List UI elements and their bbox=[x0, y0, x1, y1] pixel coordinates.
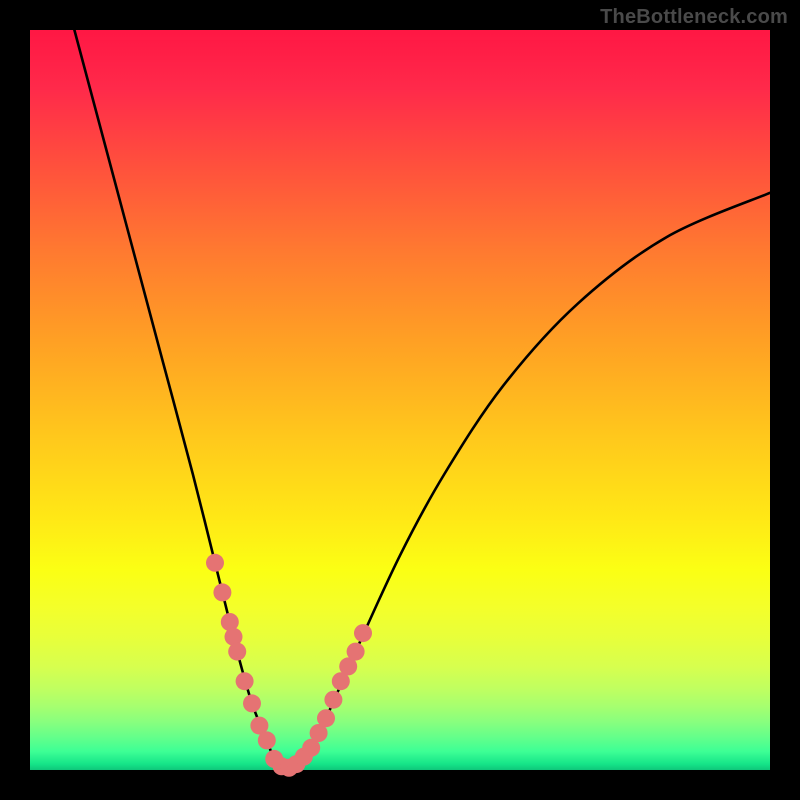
bottleneck-curve-svg bbox=[30, 30, 770, 770]
sample-marker bbox=[228, 643, 246, 661]
sample-marker bbox=[347, 643, 365, 661]
chart-frame: TheBottleneck.com bbox=[0, 0, 800, 800]
sample-marker bbox=[213, 583, 231, 601]
watermark-text: TheBottleneck.com bbox=[600, 6, 788, 29]
sample-marker bbox=[206, 554, 224, 572]
sample-marker bbox=[324, 691, 342, 709]
sample-marker bbox=[236, 672, 254, 690]
sample-markers-group bbox=[206, 554, 372, 777]
sample-marker bbox=[243, 694, 261, 712]
sample-marker bbox=[354, 624, 372, 642]
sample-marker bbox=[317, 709, 335, 727]
sample-marker bbox=[258, 731, 276, 749]
plot-area bbox=[30, 30, 770, 770]
bottleneck-curve-path bbox=[74, 30, 770, 768]
